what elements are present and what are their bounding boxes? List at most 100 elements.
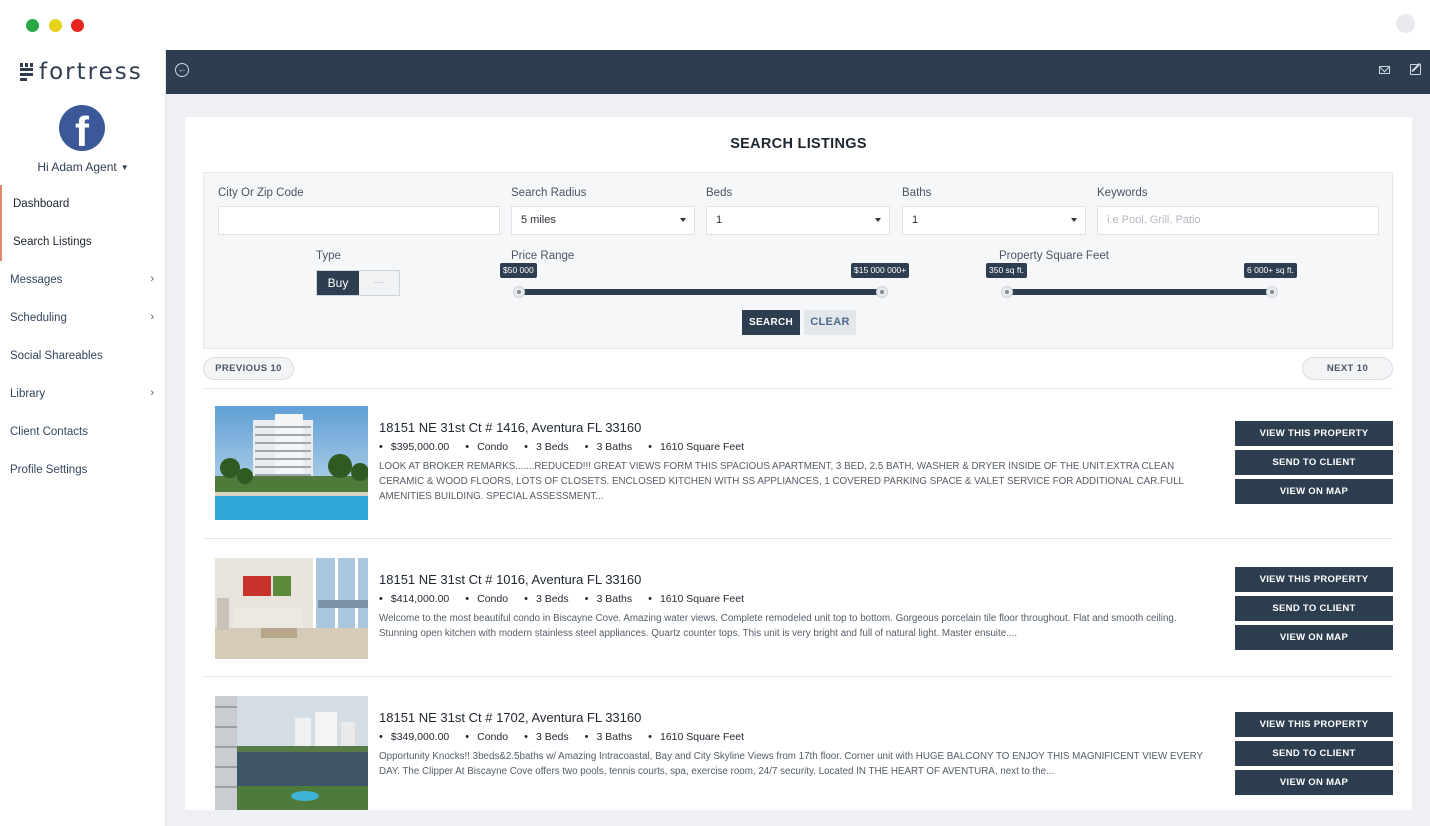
sidebar-item-profile-settings[interactable]: Profile Settings [0,451,166,489]
view-property-button[interactable]: VIEW THIS PROPERTY [1235,712,1393,737]
listing-sqft: 1610 Square Feet [648,731,744,743]
sidebar-item-search-listings[interactable]: Search Listings [0,223,166,261]
listing-item: 18151 NE 31st Ct # 1416, Aventura FL 331… [203,406,1393,539]
type-toggle[interactable]: Buy — [316,270,400,296]
baths-label: Baths [902,187,932,199]
beds-value: 1 [716,214,723,226]
sidebar-item-client-contacts[interactable]: Client Contacts [0,413,166,451]
listing-beds: 3 Beds [524,441,569,453]
listing-photo[interactable] [215,406,368,520]
sqft-range-slider[interactable] [1007,289,1272,295]
listing-address[interactable]: 18151 NE 31st Ct # 1702, Aventura FL 331… [379,710,641,725]
listing-sqft: 1610 Square Feet [648,593,744,605]
city-zip-input[interactable] [218,206,500,235]
sidebar-nav: Dashboard Search Listings Messages › Sche… [0,185,166,489]
divider [203,676,1393,677]
search-radius-select[interactable]: 5 miles [511,206,695,235]
search-button[interactable]: SEARCH [742,310,800,335]
sqft-min-tooltip: 350 sq ft. [986,263,1027,278]
price-max-handle[interactable] [876,286,888,298]
view-property-button[interactable]: VIEW THIS PROPERTY [1235,421,1393,446]
sidebar-item-label: Search Listings [13,236,92,248]
search-radius-value: 5 miles [521,214,556,226]
edit-icon[interactable] [1410,64,1421,75]
price-range-slider[interactable] [519,289,882,295]
price-min-handle[interactable] [513,286,525,298]
avatar[interactable]: f [59,105,105,151]
sidebar: fortress f Hi Adam Agent ▼ Dashboard Sear… [0,50,166,826]
price-max-tooltip: $15 000 000+ [851,263,910,278]
caret-down-icon [875,218,881,222]
brand-logo[interactable]: fortress [20,59,143,85]
type-option-buy[interactable]: Buy [317,271,359,295]
window-control-icon[interactable] [1396,14,1415,33]
user-menu[interactable]: Hi Adam Agent ▼ [0,160,166,174]
next-page-button[interactable]: NEXT 10 [1302,357,1393,380]
city-label: City Or Zip Code [218,187,304,199]
listing-description: LOOK AT BROKER REMARKS.......REDUCED!!! … [379,461,1184,502]
listing-facts: $395,000.00 Condo 3 Beds 3 Baths 1610 Sq… [379,441,760,453]
caret-down-icon: ▼ [120,163,129,173]
listing-price: $349,000.00 [379,731,449,743]
sqft-label: Property Square Feet [999,250,1109,262]
send-to-client-button[interactable]: SEND TO CLIENT [1235,450,1393,475]
price-min-tooltip: $50 000 [500,263,537,278]
listing-address[interactable]: 18151 NE 31st Ct # 1416, Aventura FL 331… [379,420,641,435]
sqft-max-handle[interactable] [1266,286,1278,298]
sidebar-item-messages[interactable]: Messages › [0,261,166,299]
sidebar-item-label: Dashboard [13,198,70,210]
listing-description: Welcome to the most beautiful condo in B… [379,613,1177,639]
chevron-right-icon: › [150,387,154,399]
sidebar-item-label: Social Shareables [10,350,103,362]
sqft-min-handle[interactable] [1001,286,1013,298]
sidebar-item-label: Scheduling [10,312,67,324]
sidebar-item-label: Library [10,388,46,400]
beds-label: Beds [706,187,733,199]
listing-type: Condo [465,731,508,743]
sidebar-item-library[interactable]: Library › [0,375,166,413]
view-property-button[interactable]: VIEW THIS PROPERTY [1235,567,1393,592]
listing-photo[interactable] [215,696,368,810]
caret-down-icon [680,218,686,222]
keywords-label: Keywords [1097,187,1148,199]
sidebar-item-label: Profile Settings [10,464,88,476]
listing-item: 18151 NE 31st Ct # 1702, Aventura FL 331… [203,696,1393,810]
sidebar-item-social-shareables[interactable]: Social Shareables [0,337,166,375]
window-maximize-button[interactable] [26,19,39,32]
listing-sqft: 1610 Square Feet [648,441,744,453]
keywords-placeholder: i.e Pool, Grill, Patio [1107,214,1201,226]
listing-baths: 3 Baths [585,593,633,605]
sidebar-item-dashboard[interactable]: Dashboard [0,185,166,223]
window-close-button[interactable] [71,19,84,32]
listing-beds: 3 Beds [524,731,569,743]
send-to-client-button[interactable]: SEND TO CLIENT [1235,741,1393,766]
window-titlebar [0,0,1430,50]
type-option-other[interactable]: — [359,271,399,295]
chevron-right-icon: › [150,273,154,285]
type-label: Type [316,250,341,262]
baths-select[interactable]: 1 [902,206,1086,235]
brand-name: fortress [39,59,143,85]
keywords-input[interactable]: i.e Pool, Grill, Patio [1097,206,1379,235]
view-on-map-button[interactable]: VIEW ON MAP [1235,479,1393,504]
sidebar-item-scheduling[interactable]: Scheduling › [0,299,166,337]
beds-select[interactable]: 1 [706,206,890,235]
view-on-map-button[interactable]: VIEW ON MAP [1235,770,1393,795]
listing-address[interactable]: 18151 NE 31st Ct # 1016, Aventura FL 331… [379,572,641,587]
listing-description: Opportunity Knocks!! 3beds&2.5baths w/ A… [379,751,1203,777]
search-form: City Or Zip Code Search Radius 5 miles B… [203,172,1393,349]
sidebar-item-label: Messages [10,274,63,286]
send-to-client-button[interactable]: SEND TO CLIENT [1235,596,1393,621]
view-on-map-button[interactable]: VIEW ON MAP [1235,625,1393,650]
listing-photo[interactable] [215,558,368,659]
chevron-right-icon: › [150,311,154,323]
window-minimize-button[interactable] [49,19,62,32]
back-arrow-icon[interactable]: ← [175,63,189,77]
top-bar: ← [166,50,1430,94]
mail-icon[interactable] [1379,66,1390,74]
listing-price: $414,000.00 [379,593,449,605]
listing-item: 18151 NE 31st Ct # 1016, Aventura FL 331… [203,558,1393,696]
clear-button[interactable]: CLEAR [804,310,856,335]
previous-page-button[interactable]: PREVIOUS 10 [203,357,294,380]
listing-facts: $349,000.00 Condo 3 Beds 3 Baths 1610 Sq… [379,731,760,743]
